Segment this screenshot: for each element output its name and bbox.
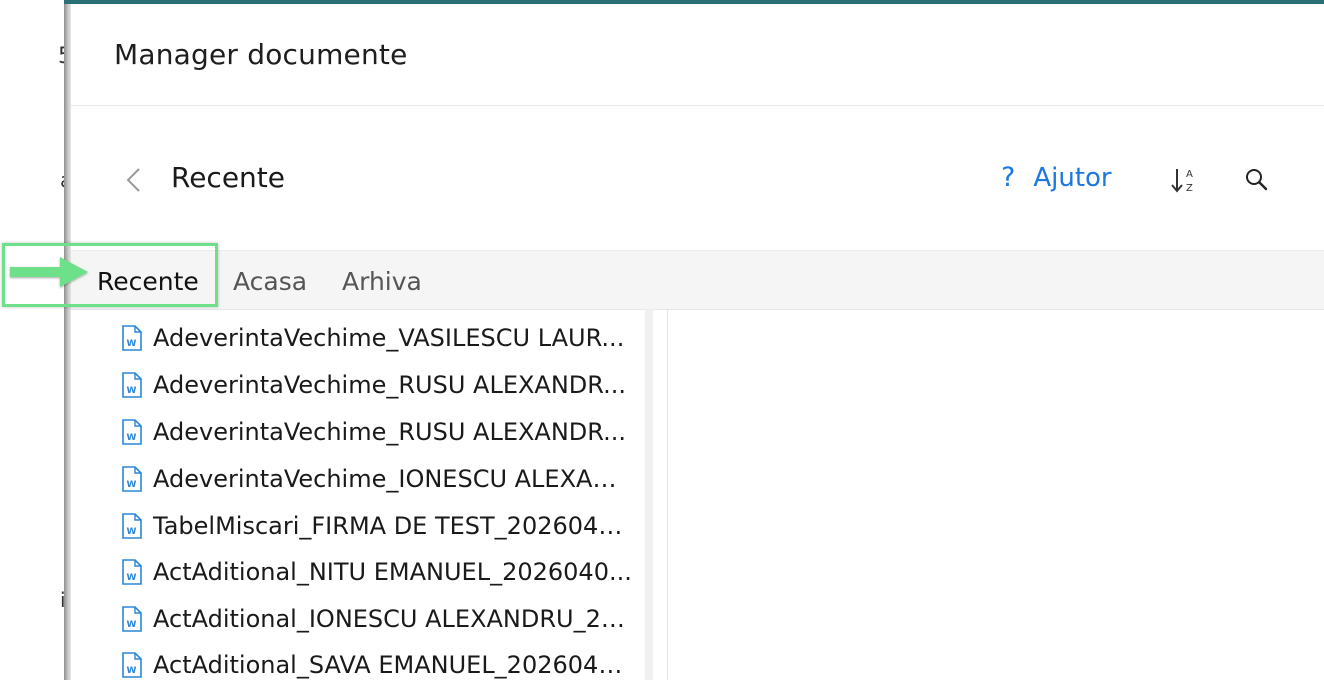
svg-text:W: W — [127, 433, 137, 443]
annotation-arrow-icon — [10, 257, 88, 287]
file-name: AdeverintaVechime_RUSU ALEXANDR... — [153, 371, 626, 399]
word-document-icon: W — [122, 419, 142, 445]
help-label: Ajutor — [1033, 162, 1112, 193]
svg-text:W: W — [127, 666, 137, 676]
file-name: ActAditional_SAVA EMANUEL_2026040... — [153, 651, 633, 679]
svg-text:A: A — [1186, 169, 1193, 180]
word-document-icon: W — [122, 652, 142, 678]
file-list-item[interactable]: W AdeverintaVechime_VASILESCU LAUR... — [121, 321, 633, 355]
file-list: W AdeverintaVechime_VASILESCU LAUR... W … — [71, 309, 651, 680]
help-link[interactable]: ? Ajutor — [1001, 164, 1112, 191]
svg-text:W: W — [127, 573, 137, 583]
file-list-item[interactable]: W TabelMiscari_FIRMA DE TEST_2026040... — [121, 509, 633, 543]
file-list-item[interactable]: W AdeverintaVechime_RUSU ALEXANDR... — [121, 368, 633, 402]
file-list-item[interactable]: W ActAditional_SAVA EMANUEL_2026040... — [121, 648, 633, 680]
word-document-icon: W — [122, 559, 142, 585]
svg-text:W: W — [127, 620, 137, 630]
svg-text:W: W — [127, 386, 137, 396]
svg-text:W: W — [127, 339, 137, 349]
navigation-bar: Recente ? Ajutor A Z — [71, 106, 1324, 250]
file-name: ActAditional_IONESCU ALEXANDRU_20... — [153, 605, 633, 633]
svg-text:W: W — [127, 527, 137, 537]
screenshot-page: 5 a i Manager documente Recente ? Ajutor — [0, 0, 1324, 680]
file-list-scrollbar[interactable] — [645, 309, 653, 680]
background-app: 5 a i — [0, 0, 72, 680]
file-name: ActAditional_NITU EMANUEL_2026040... — [153, 558, 632, 586]
sort-alpha-icon[interactable]: A Z — [1169, 164, 1201, 196]
search-icon[interactable] — [1243, 166, 1271, 194]
svg-text:W: W — [127, 480, 137, 490]
tab-arhiva[interactable]: Arhiva — [342, 267, 422, 296]
svg-text:Z: Z — [1186, 183, 1193, 194]
back-chevron-icon[interactable] — [123, 166, 145, 194]
tabs-bar: Recente Acasa Arhiva — [71, 250, 1324, 310]
dialog-title: Manager documente — [114, 38, 408, 71]
file-name: AdeverintaVechime_IONESCU ALEXAN... — [153, 465, 633, 493]
word-document-icon: W — [122, 606, 142, 632]
file-name: TabelMiscari_FIRMA DE TEST_2026040... — [153, 512, 633, 540]
file-name: AdeverintaVechime_RUSU ALEXANDR... — [153, 418, 626, 446]
file-list-item[interactable]: W ActAditional_IONESCU ALEXANDRU_20... — [121, 602, 633, 636]
file-list-item[interactable]: W AdeverintaVechime_RUSU ALEXANDR... — [121, 415, 633, 449]
question-icon: ? — [1001, 162, 1016, 193]
dialog-header: Manager documente — [71, 4, 1324, 106]
tab-acasa[interactable]: Acasa — [233, 267, 307, 296]
file-name: AdeverintaVechime_VASILESCU LAUR... — [153, 324, 625, 352]
dialog-shadow — [64, 0, 71, 680]
document-manager-dialog: Manager documente Recente ? Ajutor A Z R… — [71, 4, 1324, 680]
file-list-item[interactable]: W AdeverintaVechime_IONESCU ALEXAN... — [121, 462, 633, 496]
pane-divider — [667, 309, 668, 680]
word-document-icon: W — [122, 372, 142, 398]
file-list-item[interactable]: W ActAditional_NITU EMANUEL_2026040... — [121, 555, 633, 589]
current-folder-title: Recente — [171, 161, 285, 194]
word-document-icon: W — [122, 513, 142, 539]
word-document-icon: W — [122, 325, 142, 351]
word-document-icon: W — [122, 466, 142, 492]
